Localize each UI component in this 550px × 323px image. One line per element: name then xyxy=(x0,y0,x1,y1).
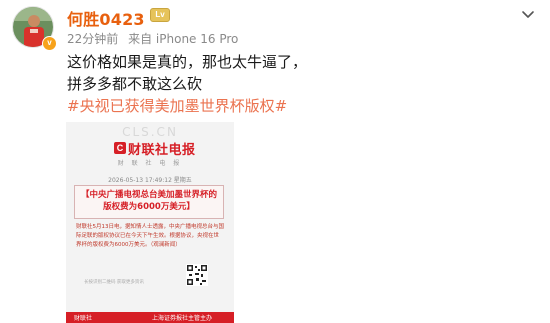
post-source: 来自 iPhone 16 Pro xyxy=(128,32,239,46)
image-brand-name: 财联社电报 xyxy=(128,142,196,158)
hashtag-link[interactable]: #央视已获得美加墨世界杯版权# xyxy=(67,95,287,117)
avatar[interactable]: v xyxy=(12,6,57,51)
post-meta: 22分钟前 来自 iPhone 16 Pro xyxy=(67,30,244,47)
image-date: 2026-05-13 17:49:12 星期五 xyxy=(108,177,192,184)
username[interactable]: 何胜0423 xyxy=(67,6,145,30)
level-badge-icon: Lv xyxy=(150,8,170,22)
image-headline: 【中央广播电视总台美加墨世界杯的版权费为6000万美元】 xyxy=(80,190,217,212)
image-headline-box: 【中央广播电视总台美加墨世界杯的版权费为6000万美元】 xyxy=(74,185,224,219)
image-watermark: CLS.CN xyxy=(122,125,178,139)
image-brand-logo: C 财联社电报 xyxy=(114,140,196,158)
post-image[interactable]: CLS.CN C 财联社电报 财 联 社 电 报 2026-05-13 17:4… xyxy=(66,122,234,323)
post-text-line-1: 这价格如果是真的，那也太牛逼了， xyxy=(67,53,308,71)
weibo-post: v 何胜0423 Lv 22分钟前 来自 iPhone 16 Pro 这价格如果… xyxy=(0,0,550,323)
post-text-line-2: 拼多多都不敢这么砍 xyxy=(67,75,203,93)
image-bottom-right: 上海证券报社主管主办 xyxy=(152,315,213,322)
image-body-text: 财联社5月13日电，据知情人士透露，中央广播电视总台与国际足联的版权协议已在今天… xyxy=(76,224,224,248)
more-options-icon[interactable] xyxy=(520,6,536,18)
image-bottom-bar: 财联社 上海证券报社主管主办 xyxy=(66,312,234,323)
image-bottom-left: 财联社 xyxy=(74,315,93,322)
image-footer-note: 长按识别二维码 获取更多资讯 xyxy=(84,280,144,285)
verified-badge-icon: v xyxy=(42,36,57,51)
image-subtitle: 财 联 社 电 报 xyxy=(117,160,183,167)
post-text: 这价格如果是真的，那也太牛逼了， 拼多多都不敢这么砍 xyxy=(67,51,527,95)
qr-code-icon xyxy=(186,264,208,286)
post-time: 22分钟前 xyxy=(67,32,119,46)
cls-logo-icon: C xyxy=(114,142,126,154)
